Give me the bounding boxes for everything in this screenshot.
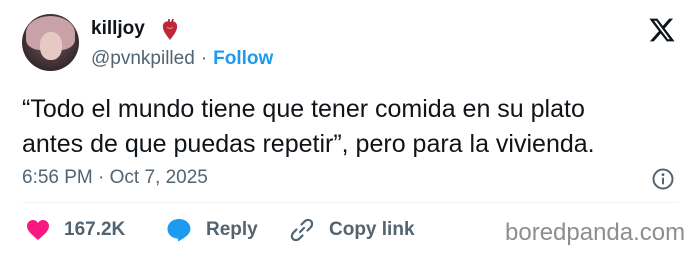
tweet-text-line: “Todo el mundo tiene que tener comida en… <box>22 95 585 123</box>
like-count: 167.2K <box>64 219 126 240</box>
divider <box>22 202 678 203</box>
anatomical-heart-icon <box>162 18 178 40</box>
heart-icon <box>27 220 49 240</box>
reply-label: Reply <box>206 219 258 240</box>
follow-button[interactable]: Follow <box>213 48 273 69</box>
author-handle[interactable]: @pvnkpilled <box>91 48 195 69</box>
copy-link-button[interactable]: Copy link <box>289 215 415 245</box>
link-icon <box>290 218 314 242</box>
x-logo-icon[interactable] <box>648 16 676 44</box>
tweet-text: “Todo el mundo tiene que tener comida en… <box>22 92 682 162</box>
reply-bubble-icon <box>167 219 191 242</box>
tweet-text-line: antes de que puedas repetir”, pero para … <box>22 130 595 158</box>
copy-link-label: Copy link <box>329 219 415 240</box>
author-handle-row: @pvnkpilled · Follow <box>91 48 273 70</box>
tweet-card: killjoy @pvnkpilled · Follow “Todo el mund… <box>0 0 700 256</box>
author-name[interactable]: killjoy <box>91 18 145 40</box>
watermark: boredpanda.com <box>505 219 686 246</box>
info-icon[interactable] <box>651 167 675 191</box>
avatar[interactable] <box>22 14 79 71</box>
reply-button[interactable]: Reply <box>166 215 258 245</box>
timestamp[interactable]: 6:56 PM · Oct 7, 2025 <box>22 167 208 189</box>
avatar-face <box>40 32 62 60</box>
like-button[interactable]: 167.2K <box>26 215 125 245</box>
separator-dot: · <box>200 48 208 69</box>
